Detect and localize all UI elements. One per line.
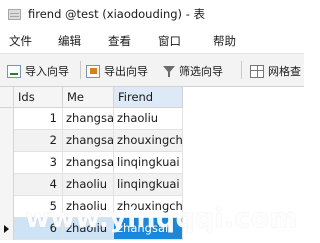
menu-bar: 文件 编辑 查看 窗口 帮助 bbox=[0, 28, 304, 53]
menu-view[interactable]: 查看 bbox=[108, 33, 131, 49]
row-header[interactable] bbox=[0, 108, 14, 130]
current-row-arrow-icon bbox=[4, 225, 9, 233]
cell-ids[interactable]: 4 bbox=[14, 174, 63, 196]
cell-me[interactable]: zhaoliu bbox=[63, 196, 114, 218]
row-header[interactable] bbox=[0, 196, 14, 218]
toolbar-divider bbox=[241, 61, 242, 79]
toolbar-divider bbox=[80, 61, 81, 79]
cell-ids[interactable]: 1 bbox=[14, 108, 63, 130]
cell-me[interactable]: zhangsan bbox=[63, 108, 114, 130]
cell-me[interactable]: zhaoliu bbox=[63, 174, 114, 196]
row-header[interactable] bbox=[0, 174, 14, 196]
cell-me[interactable]: zhaoliu bbox=[63, 218, 114, 240]
filter-wizard-label: 筛选向导 bbox=[179, 65, 223, 78]
export-wizard-label: 导出向导 bbox=[104, 65, 148, 78]
grid-corner bbox=[0, 87, 14, 108]
cell-firend[interactable]: linqingkuai bbox=[114, 152, 183, 174]
column-header-ids[interactable]: Ids bbox=[14, 87, 63, 108]
cell-firend[interactable]: zhouxingchi bbox=[114, 130, 183, 152]
cell-firend-selected[interactable]: zhangsan bbox=[114, 218, 183, 240]
menu-window[interactable]: 窗口 bbox=[158, 33, 181, 49]
export-wizard-button[interactable]: 导出向导 bbox=[86, 63, 148, 79]
cell-ids[interactable]: 2 bbox=[14, 130, 63, 152]
export-icon bbox=[86, 64, 100, 78]
import-icon bbox=[7, 64, 21, 78]
grid-view-button[interactable]: 网格查 bbox=[250, 63, 301, 79]
cell-firend[interactable]: zhouxingchi bbox=[114, 196, 183, 218]
cell-ids[interactable]: 6 bbox=[14, 218, 63, 240]
toolbar: 导入向导 导出向导 筛选向导 网格查 bbox=[0, 53, 304, 87]
filter-icon bbox=[163, 65, 175, 78]
column-header-firend[interactable]: Firend bbox=[114, 87, 183, 108]
row-header[interactable] bbox=[0, 152, 14, 174]
cell-firend[interactable]: linqingkuai bbox=[114, 174, 183, 196]
import-wizard-label: 导入向导 bbox=[25, 65, 69, 78]
table-icon bbox=[8, 8, 21, 20]
menu-file[interactable]: 文件 bbox=[9, 33, 32, 49]
row-header-current[interactable] bbox=[0, 218, 14, 240]
menu-help[interactable]: 帮助 bbox=[213, 33, 236, 49]
cell-firend[interactable]: zhaoliu bbox=[114, 108, 183, 130]
grid-view-label: 网格查 bbox=[268, 65, 301, 78]
window-title: firend @test (xiaodouding) - 表 bbox=[28, 7, 206, 21]
title-bar: firend @test (xiaodouding) - 表 bbox=[0, 0, 304, 28]
column-header-me[interactable]: Me bbox=[63, 87, 114, 108]
filter-wizard-button[interactable]: 筛选向导 bbox=[163, 63, 223, 79]
row-header[interactable] bbox=[0, 130, 14, 152]
menu-edit[interactable]: 编辑 bbox=[58, 33, 81, 49]
grid-icon bbox=[250, 64, 264, 78]
import-wizard-button[interactable]: 导入向导 bbox=[7, 63, 69, 79]
data-grid[interactable]: Ids Me Firend 1 zhangsan zhaoliu 2 zhang… bbox=[0, 87, 304, 243]
cell-ids[interactable]: 3 bbox=[14, 152, 63, 174]
cell-me[interactable]: zhangsan bbox=[63, 152, 114, 174]
cell-ids[interactable]: 5 bbox=[14, 196, 63, 218]
cell-me[interactable]: zhangsan bbox=[63, 130, 114, 152]
